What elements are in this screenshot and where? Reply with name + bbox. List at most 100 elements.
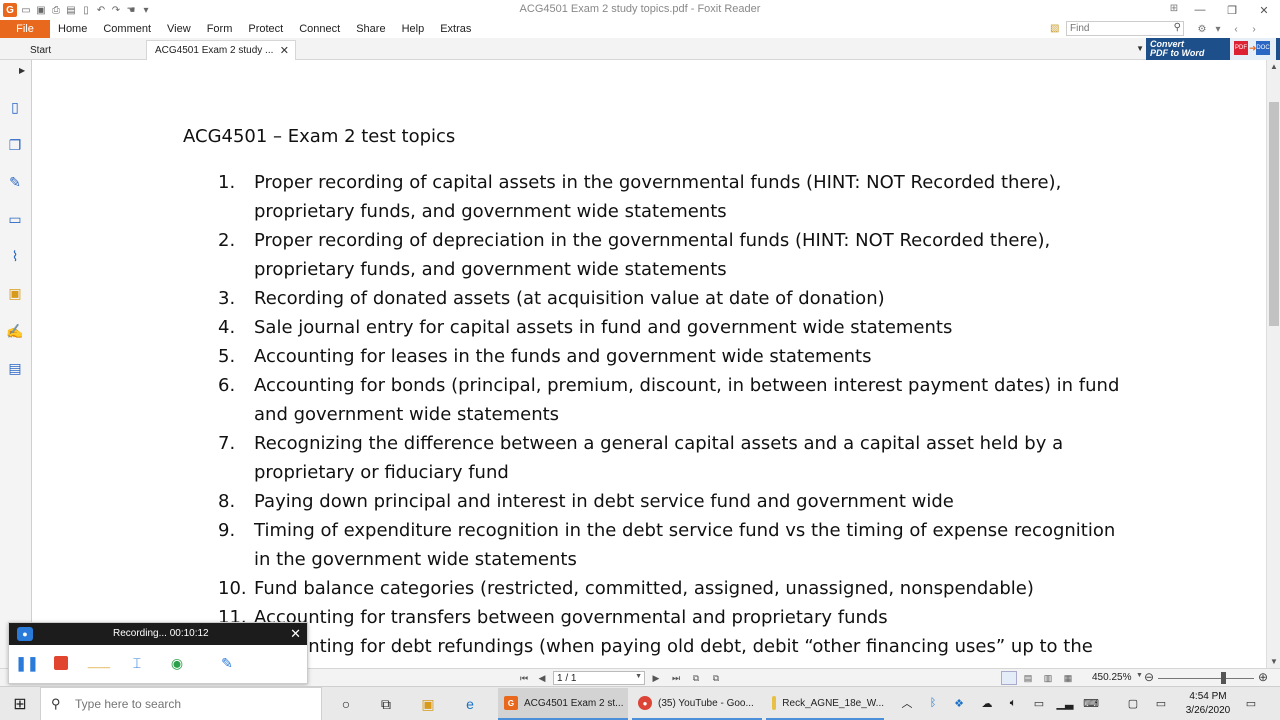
document-view[interactable]: ACG4501 – Exam 2 test topics 1. Proper re… [33, 60, 1266, 668]
taskbar-app-folder[interactable]: Reck_AGNE_18e_W... [766, 688, 884, 720]
dropbox-icon[interactable]: ❖ [952, 696, 966, 710]
network-icon[interactable]: ▁▃ [1057, 696, 1074, 710]
draw-line-icon[interactable]: ____ [88, 653, 110, 673]
pen-icon[interactable]: ✎ [217, 653, 237, 673]
tab-start[interactable]: Start [22, 40, 59, 60]
menu-help[interactable]: Help [394, 20, 433, 38]
open-icon[interactable]: ▭ [20, 4, 32, 16]
continuous-facing-view-icon[interactable]: ▦ [1061, 671, 1075, 685]
previous-view-icon[interactable]: ⧉ [689, 671, 703, 685]
redo-icon[interactable]: ↷ [110, 4, 122, 16]
taskbar-search-input[interactable] [75, 697, 315, 711]
layers-icon[interactable]: ❐ [6, 136, 24, 154]
webcam-icon[interactable]: ◉ [167, 653, 187, 673]
customize-qat-icon[interactable]: ▾ [140, 4, 152, 16]
tab-active-document[interactable]: ACG4501 Exam 2 study ... ✕ [146, 40, 296, 60]
topic-number: 9. [218, 520, 236, 541]
language-indicator-icon[interactable]: ▢ [1126, 696, 1140, 710]
first-page-icon[interactable]: ⏮ [517, 671, 531, 685]
expand-panel-icon[interactable]: ▶ [19, 66, 25, 75]
comments-icon[interactable]: ▭ [6, 210, 24, 228]
task-view-icon[interactable]: ⧉ [376, 694, 396, 714]
undo-icon[interactable]: ↶ [95, 4, 107, 16]
vertical-scrollbar[interactable]: ▲ ▼ [1266, 60, 1280, 668]
zoom-slider-track[interactable] [1158, 678, 1254, 679]
restore-layout-icon[interactable]: ⊞ [1168, 2, 1180, 14]
maximize-button[interactable]: ❐ [1216, 0, 1248, 20]
tab-active-label: ACG4501 Exam 2 study ... [155, 45, 274, 56]
marker-icon[interactable]: ⌶ [127, 653, 147, 673]
menu-share[interactable]: Share [348, 20, 393, 38]
form-fields-icon[interactable]: ▤ [6, 359, 24, 377]
taskbar-search-box[interactable]: ⚲ [40, 687, 322, 720]
zoom-out-icon[interactable]: ⊖ [1144, 670, 1154, 684]
scroll-up-icon[interactable]: ▲ [1270, 62, 1278, 71]
scroll-down-icon[interactable]: ▼ [1270, 657, 1278, 666]
attachments-icon[interactable]: ⌇ [6, 247, 24, 265]
menu-comment[interactable]: Comment [95, 20, 159, 38]
menu-form[interactable]: Form [199, 20, 241, 38]
system-clock[interactable]: 4:54 PM 3/26/2020 [1180, 690, 1236, 718]
zoom-in-icon[interactable]: ⊕ [1258, 670, 1268, 684]
notifications-icon[interactable]: ▭ [1244, 696, 1258, 710]
menu-connect[interactable]: Connect [291, 20, 348, 38]
hand-tool-icon[interactable]: ☚ [125, 4, 137, 16]
zoom-dropdown-icon[interactable]: ▼ [1136, 672, 1143, 679]
forward-icon[interactable]: › [1248, 23, 1260, 35]
close-window-button[interactable]: ✕ [1248, 0, 1280, 20]
display-icon[interactable]: ▭ [1154, 696, 1168, 710]
find-input[interactable] [1067, 22, 1157, 35]
settings-gear-icon[interactable]: ⚙ [1196, 23, 1208, 35]
file-menu[interactable]: File [0, 20, 50, 38]
page-thumbnails-icon[interactable]: ▯ [6, 98, 24, 116]
stop-icon[interactable] [51, 653, 71, 673]
recorder-close-icon[interactable]: ✕ [290, 626, 301, 642]
taskbar-app-chrome[interactable]: ● (35) YouTube - Goo... [632, 688, 762, 720]
zoom-value[interactable]: 450.25% [1092, 672, 1131, 683]
scroll-thumb[interactable] [1269, 102, 1279, 326]
taskbar-app-foxit[interactable]: G ACG4501 Exam 2 st... [498, 688, 628, 720]
show-hidden-icons-icon[interactable]: ︿ [900, 696, 914, 710]
convert-pdf-to-word-banner[interactable]: Convert PDF to Word PDF ➜ DOC [1146, 38, 1280, 60]
zoom-slider-thumb[interactable] [1221, 672, 1227, 684]
menu-view[interactable]: View [159, 20, 199, 38]
new-icon[interactable]: ▯ [80, 4, 92, 16]
scan-icon[interactable]: ▤ [65, 4, 77, 16]
next-view-icon[interactable]: ⧉ [709, 671, 723, 685]
edge-icon[interactable]: e [460, 694, 480, 714]
onscreen-keyboard-icon[interactable]: ⌨ [1083, 696, 1099, 710]
save-icon[interactable]: ▣ [35, 4, 47, 16]
menu-extras[interactable]: Extras [432, 20, 479, 38]
cortana-icon[interactable]: ○ [336, 694, 356, 714]
bluetooth-icon[interactable]: ᛒ [926, 696, 940, 710]
search-icon[interactable]: ⚲ [1174, 22, 1181, 33]
print-icon[interactable]: ⎙ [50, 4, 62, 16]
close-tab-icon[interactable]: ✕ [280, 44, 289, 57]
store-icon[interactable]: ▣ [418, 694, 438, 714]
start-menu-button[interactable]: ⊞ [0, 687, 40, 720]
minimize-button[interactable]: — [1184, 0, 1216, 20]
menu-protect[interactable]: Protect [240, 20, 291, 38]
continuous-view-icon[interactable]: ▤ [1021, 671, 1035, 685]
pause-icon[interactable]: ❚❚ [15, 653, 38, 673]
previous-page-icon[interactable]: ◀ [535, 671, 549, 685]
onedrive-icon[interactable]: ☁ [980, 696, 994, 710]
lock-icon[interactable]: ▣ [6, 284, 24, 302]
settings-dropdown-icon[interactable]: ▾ [1212, 23, 1224, 35]
foxit-logo-icon[interactable]: G [3, 3, 17, 17]
page-number-field[interactable]: 1 / 1 ▼ [553, 671, 645, 685]
back-icon[interactable]: ‹ [1230, 23, 1242, 35]
signature-icon[interactable]: ✍ [6, 322, 24, 340]
page-dropdown-icon[interactable]: ▼ [635, 673, 642, 680]
volume-icon[interactable]: 🔈︎ [1006, 696, 1020, 710]
find-folder-icon[interactable]: ▧ [1050, 23, 1062, 35]
edit-icon[interactable]: ✎ [6, 173, 24, 191]
menu-home[interactable]: Home [50, 20, 95, 38]
last-page-icon[interactable]: ⏭ [669, 671, 683, 685]
ribbon-collapse-icon[interactable]: ▼ [1136, 44, 1144, 53]
single-page-view-icon[interactable] [1001, 671, 1017, 685]
find-box[interactable]: ⚲ [1066, 21, 1184, 36]
facing-view-icon[interactable]: ▥ [1041, 671, 1055, 685]
battery-icon[interactable]: ▭ [1032, 696, 1046, 710]
next-page-icon[interactable]: ▶ [649, 671, 663, 685]
